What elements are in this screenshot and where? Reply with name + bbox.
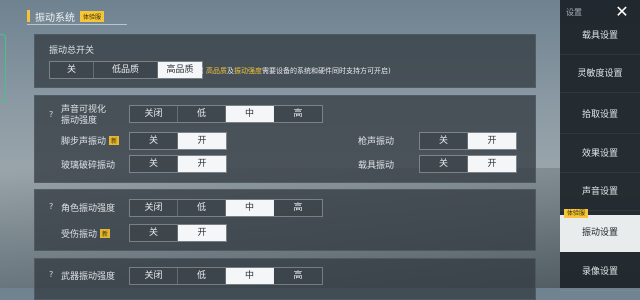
glass-toggle: 关 开	[129, 155, 227, 173]
master-switch-panel: 振动总开关 关 低品质 高品质 ( 高品质及振动强度需要设备的系统和硬件同时支持…	[34, 34, 536, 88]
vehicle-toggle: 关 开	[419, 155, 517, 173]
hurt-label-text: 受伤振动	[61, 230, 98, 240]
character-intensity-label: 角色振动强度	[61, 204, 116, 214]
help-icon[interactable]: ?	[49, 110, 53, 119]
footstep-off[interactable]: 关	[130, 133, 178, 149]
vehicle-vibration-label: 载具振动	[358, 161, 395, 171]
glass-on[interactable]: 开	[178, 156, 226, 172]
master-option-high-quality[interactable]: 高品质	[158, 62, 202, 78]
character-option-medium[interactable]: 中	[226, 200, 274, 216]
sidebar-item-vehicle[interactable]: 载具设置	[560, 18, 640, 55]
note-highlight-intensity: 振动强度	[233, 67, 262, 75]
sound-intensity-options: 关闭 低 中 高	[129, 105, 323, 123]
vehicle-off[interactable]: 关	[420, 156, 468, 172]
title-underline	[27, 24, 127, 25]
note-text: 需要设备的系统和硬件同时支持方可开启	[261, 67, 388, 75]
character-option-high[interactable]: 高	[274, 200, 322, 216]
glass-off[interactable]: 关	[130, 156, 178, 172]
sidebar-item-sensitivity[interactable]: 灵敏度设置	[560, 56, 640, 93]
help-icon[interactable]: ?	[49, 202, 53, 211]
master-note: ( 高品质及振动强度需要设备的系统和硬件同时支持方可开启)	[201, 67, 391, 75]
vehicle-on[interactable]: 开	[468, 156, 516, 172]
sidebar-title: 设置	[566, 8, 582, 17]
beta-badge: 体验服	[80, 10, 105, 22]
sound-option-off[interactable]: 关闭	[130, 106, 178, 122]
footstep-label-text: 脚步声振动	[61, 137, 107, 147]
character-option-off[interactable]: 关闭	[130, 200, 178, 216]
page-title: 振动系统	[35, 12, 75, 24]
hurt-on[interactable]: 开	[178, 225, 226, 241]
gunshot-label: 枪声振动	[358, 137, 395, 147]
new-badge: 新	[109, 136, 120, 145]
gunshot-toggle: 关 开	[419, 132, 517, 150]
sidebar-item-vibration[interactable]: 体验服 振动设置	[560, 209, 640, 252]
weapon-intensity-options: 关闭 低 中 高	[129, 267, 323, 285]
hurt-toggle: 关 开	[129, 224, 227, 242]
weapon-option-low[interactable]: 低	[178, 268, 226, 284]
title-accent-bar	[27, 10, 30, 22]
footstep-label: 脚步声振动新	[61, 134, 120, 147]
new-badge: 新	[100, 229, 111, 238]
sound-option-low[interactable]: 低	[178, 106, 226, 122]
help-icon[interactable]: ?	[49, 270, 53, 279]
sound-option-medium[interactable]: 中	[226, 106, 274, 122]
sound-visual-label-line2: 振动强度	[61, 116, 98, 126]
sidebar-item-replay[interactable]: 录像设置	[560, 254, 640, 291]
sidebar-item-label: 振动设置	[581, 228, 618, 238]
section-title: 振动系统 体验服	[27, 8, 105, 24]
note-highlight-quality: 高品质	[205, 67, 227, 75]
character-option-low[interactable]: 低	[178, 200, 226, 216]
sound-vibration-panel: ? 声音可视化 振动强度 关闭 低 中 高 脚步声振动新 关 开 玻璃破碎振动 …	[34, 95, 536, 183]
hurt-off[interactable]: 关	[130, 225, 178, 241]
sidebar-item-effects[interactable]: 效果设置	[560, 136, 640, 173]
beta-badge: 体验服	[564, 209, 589, 218]
master-option-low-quality[interactable]: 低品质	[94, 62, 158, 78]
weapon-vibration-panel: ? 武器振动强度 关闭 低 中 高	[34, 258, 536, 300]
character-vibration-panel: ? 角色振动强度 关闭 低 中 高 受伤振动新 关 开	[34, 189, 536, 251]
footstep-toggle: 关 开	[129, 132, 227, 150]
character-intensity-options: 关闭 低 中 高	[129, 199, 323, 217]
glass-label: 玻璃破碎振动	[61, 161, 116, 171]
settings-sidebar: 设置 ✕ 载具设置 灵敏度设置 拾取设置 效果设置 声音设置 体验服 振动设置 …	[560, 0, 640, 291]
gunshot-off[interactable]: 关	[420, 133, 468, 149]
master-switch-options: 关 低品质 高品质	[49, 61, 203, 79]
sidebar-item-sound[interactable]: 声音设置	[560, 174, 640, 211]
sound-option-high[interactable]: 高	[274, 106, 322, 122]
footstep-on[interactable]: 开	[178, 133, 226, 149]
weapon-intensity-label: 武器振动强度	[61, 272, 116, 282]
master-switch-label: 振动总开关	[49, 46, 95, 56]
weapon-option-medium[interactable]: 中	[226, 268, 274, 284]
master-option-off[interactable]: 关	[50, 62, 94, 78]
top-bar: 振动系统 体验服	[0, 0, 560, 30]
weapon-option-off[interactable]: 关闭	[130, 268, 178, 284]
weapon-option-high[interactable]: 高	[274, 268, 322, 284]
gunshot-on[interactable]: 开	[468, 133, 516, 149]
left-edge-tab[interactable]	[0, 34, 6, 102]
hurt-label: 受伤振动新	[61, 227, 111, 240]
sidebar-item-pickup[interactable]: 拾取设置	[560, 97, 640, 134]
note-and: 及	[226, 67, 234, 75]
